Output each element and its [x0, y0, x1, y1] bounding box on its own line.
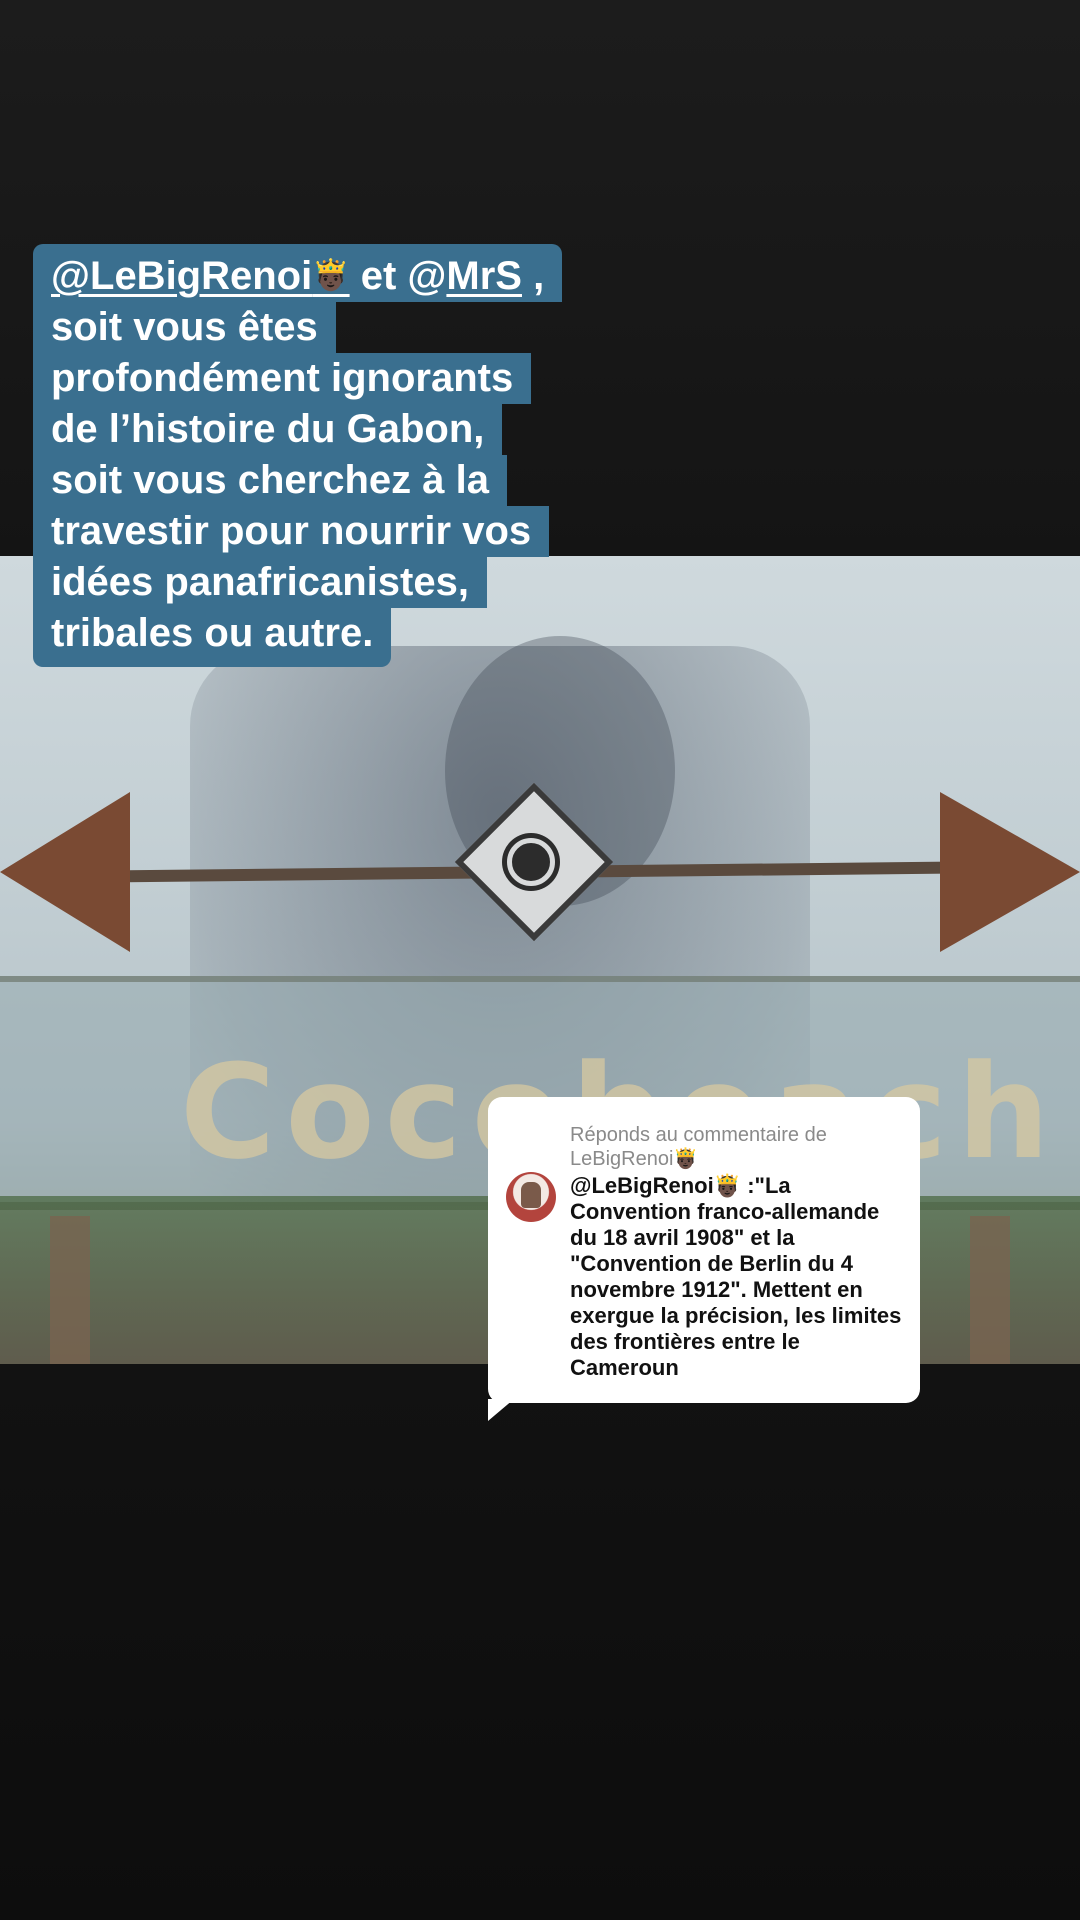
caption-line: travestir pour nourrir vos: [33, 506, 550, 557]
reply-bubble-tail: [488, 1399, 514, 1421]
reply-comment-body: :"La Convention franco-allemande du 18 a…: [570, 1173, 902, 1380]
reply-comment-text: @LeBigRenoi🤴🏿 :"La Convention franco-all…: [570, 1173, 910, 1381]
caption: @LeBigRenoi🤴🏿 et @MrS , soit vous êtes p…: [33, 244, 593, 667]
caption-line: @LeBigRenoi🤴🏿 et @MrS ,: [33, 244, 563, 302]
caption-connector: et: [349, 254, 408, 298]
caption-comma: ,: [521, 254, 545, 298]
eye-emblem-pupil: [507, 838, 555, 886]
avatar[interactable]: [506, 1172, 556, 1222]
caption-line: profondément ignorants: [33, 353, 532, 404]
caption-line: idées panafricanistes,: [33, 557, 487, 608]
caption-line: de l’histoire du Gabon,: [33, 404, 503, 455]
reply-comment-user[interactable]: @LeBigRenoi: [570, 1173, 714, 1198]
caption-line: soit vous êtes: [33, 302, 336, 353]
crown-emoji-icon: 🤴🏿: [312, 259, 350, 292]
sign-arrow-right: [940, 792, 1080, 952]
reply-header: Réponds au commentaire de LeBigRenoi🤴🏿: [570, 1123, 900, 1171]
crown-emoji-icon: 🤴🏿: [713, 1173, 742, 1198]
mention-mrs[interactable]: @MrS: [407, 254, 522, 298]
caption-line: tribales ou autre.: [33, 608, 392, 667]
sign-arrow-left: [0, 792, 130, 952]
caption-line: soit vous cherchez à la: [33, 455, 507, 506]
crown-emoji-icon: 🤴🏿: [673, 1148, 699, 1170]
sign-post: [970, 1216, 1010, 1364]
reply-comment-card[interactable]: Réponds au commentaire de LeBigRenoi🤴🏿 @…: [488, 1097, 920, 1403]
reply-header-user[interactable]: LeBigRenoi: [570, 1148, 673, 1170]
reply-header-prefix: Réponds au commentaire de: [570, 1124, 827, 1146]
mention-lebigrenoi[interactable]: @LeBigRenoi🤴🏿: [51, 254, 350, 298]
sign-post: [50, 1216, 90, 1364]
